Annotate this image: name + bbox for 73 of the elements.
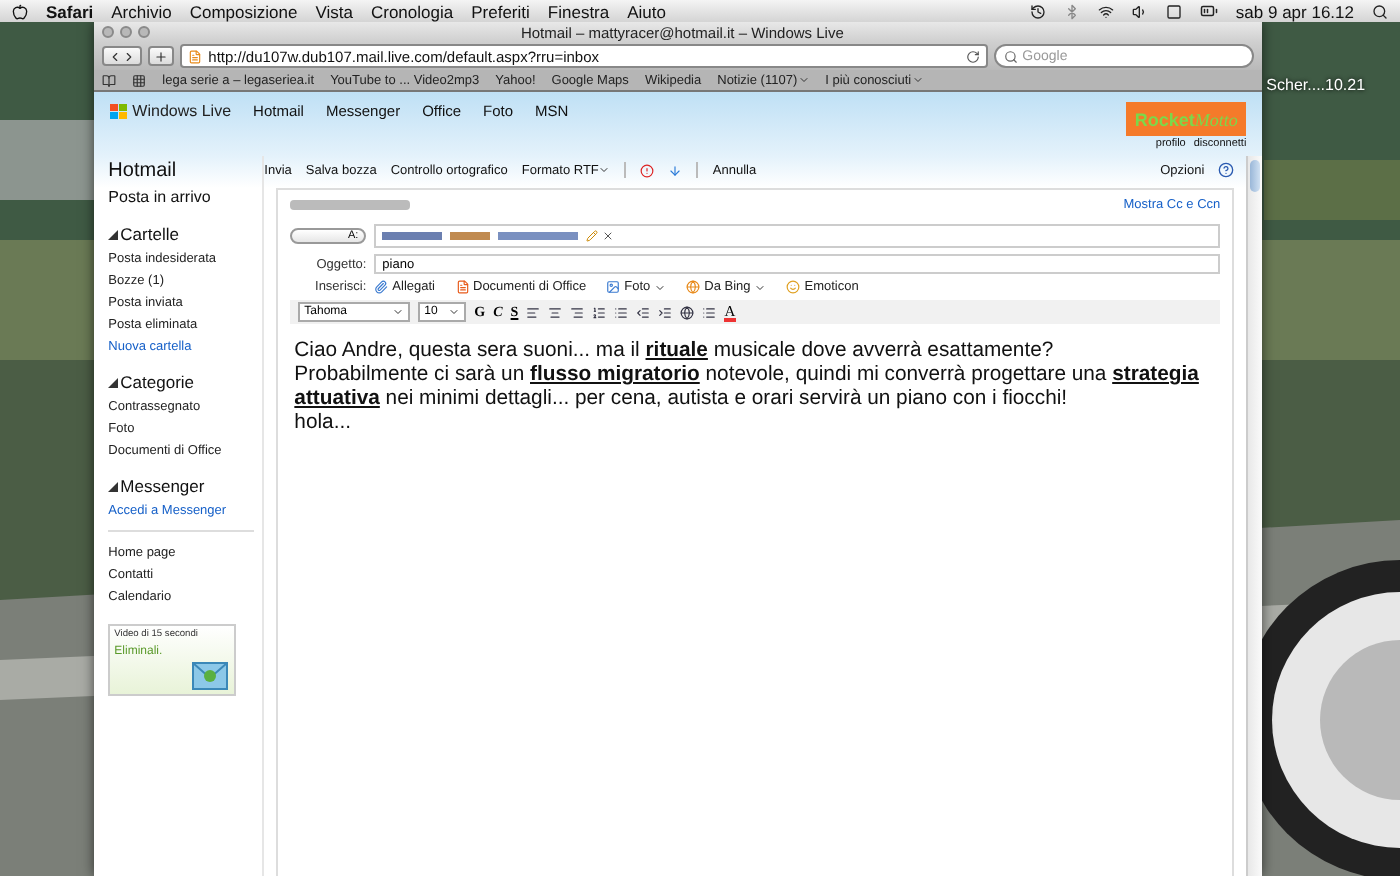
- triangle-icon[interactable]: [108, 481, 119, 491]
- back-icon: [108, 49, 123, 63]
- menu-item[interactable]: Cronologia: [370, 1, 454, 21]
- close-icon[interactable]: [602, 230, 615, 242]
- bullet-list-icon[interactable]: [614, 305, 629, 319]
- desktop-file-label[interactable]: Scher....10.21: [1266, 76, 1366, 94]
- triangle-icon[interactable]: [108, 229, 119, 239]
- volume-icon[interactable]: [1131, 3, 1148, 19]
- menu-item[interactable]: Archivio: [111, 1, 172, 21]
- priority-low-icon[interactable]: [668, 163, 683, 177]
- caret-icon: [392, 306, 405, 318]
- menu-item[interactable]: Aiuto: [627, 1, 666, 21]
- grid-icon[interactable]: [132, 73, 147, 87]
- back-button[interactable]: [102, 46, 143, 66]
- forward-icon: [122, 49, 137, 63]
- bluetooth-icon[interactable]: [1063, 3, 1080, 19]
- menu-item[interactable]: Composizione: [189, 1, 298, 21]
- scrollbar[interactable]: [1246, 156, 1263, 876]
- message-paragraph: Probabilmente ci sarà un flusso migratorio notevole, quindi mi converrà progettare una strategia attuativa nei minimi dettagli... per cena, autista e orari servirà un piano con i fiocchi!: [294, 364, 1201, 412]
- close-button[interactable]: [102, 26, 115, 38]
- caret-icon: [754, 281, 767, 293]
- scroll-thumb[interactable]: [1250, 160, 1261, 192]
- add-bookmark-button[interactable]: [148, 46, 175, 66]
- caret-icon: [598, 164, 611, 176]
- menu-item[interactable]: Finestra: [547, 1, 610, 21]
- caret-icon: [911, 74, 924, 86]
- align-center-icon[interactable]: [548, 305, 563, 319]
- reload-icon[interactable]: [966, 49, 981, 63]
- message-paragraph: Ciao Andre, questa sera suoni... ma il rituale musicale dove avverrà esattamente?: [294, 340, 1056, 364]
- paperclip-icon: [374, 280, 389, 294]
- globe-icon: [686, 280, 701, 294]
- search-icon[interactable]: [1372, 3, 1388, 19]
- caret-icon: [797, 74, 810, 86]
- align-left-icon[interactable]: [526, 305, 541, 319]
- clock-icon[interactable]: [1029, 3, 1046, 19]
- align-right-icon[interactable]: [570, 305, 585, 319]
- section-title[interactable]: Messenger: [120, 476, 205, 496]
- caret-icon: [448, 306, 461, 318]
- brand-logo[interactable]: Windows Live: [110, 102, 232, 120]
- smiley-icon: [786, 280, 801, 294]
- plus-icon: [154, 49, 169, 63]
- priority-high-icon[interactable]: [640, 163, 655, 177]
- globe-icon[interactable]: [680, 305, 695, 319]
- site-icon: [188, 49, 203, 63]
- triangle-icon[interactable]: [108, 377, 119, 387]
- apple-icon[interactable]: [12, 3, 28, 19]
- minimize-button[interactable]: [120, 26, 133, 38]
- envelope-icon: [192, 662, 229, 690]
- sidebar-title: Hotmail: [108, 160, 179, 182]
- inbox-link[interactable]: Posta in arrivo: [108, 188, 263, 206]
- redacted-sender-drawing: [290, 200, 411, 210]
- image-icon: [606, 280, 621, 294]
- indent-icon[interactable]: [658, 305, 673, 319]
- battery-icon[interactable]: [1199, 2, 1218, 20]
- book-icon[interactable]: [102, 73, 117, 87]
- wifi-icon[interactable]: [1097, 3, 1114, 19]
- caret-icon: [654, 281, 667, 293]
- numbered-list-icon[interactable]: [592, 305, 607, 319]
- section-title[interactable]: Categorie: [120, 372, 195, 392]
- flag-icon: [110, 103, 129, 119]
- menu-item[interactable]: Preferiti: [471, 1, 530, 21]
- menu-item[interactable]: Safari: [46, 1, 94, 21]
- outdent-icon[interactable]: [636, 305, 651, 319]
- document-icon: [455, 280, 469, 294]
- section-title[interactable]: Cartelle: [120, 224, 179, 244]
- list-icon[interactable]: [702, 305, 717, 319]
- site-logo: RocketMotto: [1126, 102, 1247, 136]
- menu-item[interactable]: Vista: [315, 1, 353, 21]
- search-icon: [1004, 49, 1019, 63]
- menu-clock[interactable]: sab 9 apr 16.12: [1235, 1, 1354, 21]
- help-icon[interactable]: [1218, 162, 1235, 178]
- message-paragraph: hola...: [294, 412, 353, 436]
- zoom-button[interactable]: [138, 26, 151, 38]
